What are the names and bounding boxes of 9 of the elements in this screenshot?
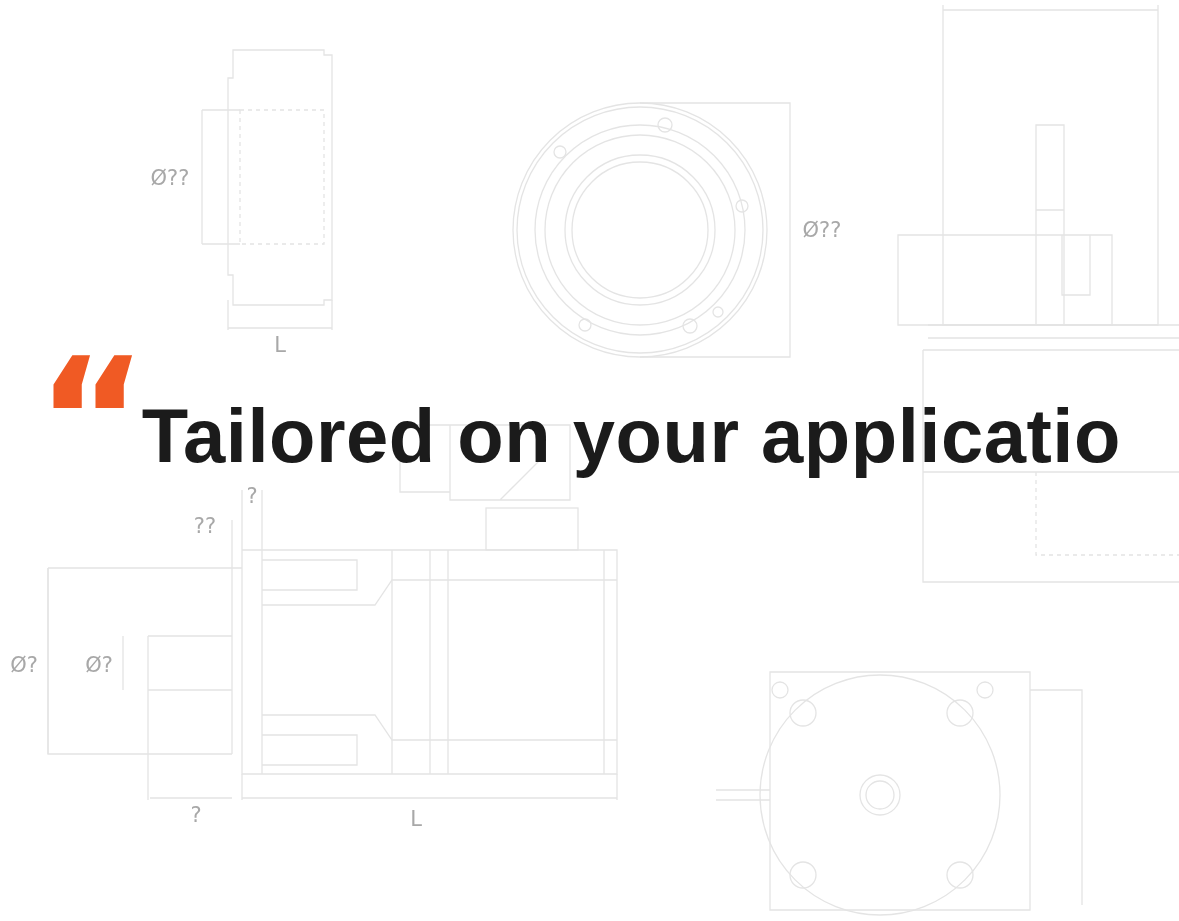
dimension-label: Ø?: [10, 653, 38, 677]
dimension-label: ?: [190, 803, 202, 827]
dimension-label: ??: [193, 514, 217, 538]
dimension-label: Ø?: [85, 653, 113, 677]
dimension-label: Ø??: [150, 166, 190, 190]
dimension-label: L: [410, 807, 422, 831]
dimension-label: ?: [246, 484, 258, 508]
dimension-label: L: [274, 333, 286, 357]
dimension-label: Ø??: [802, 218, 842, 242]
